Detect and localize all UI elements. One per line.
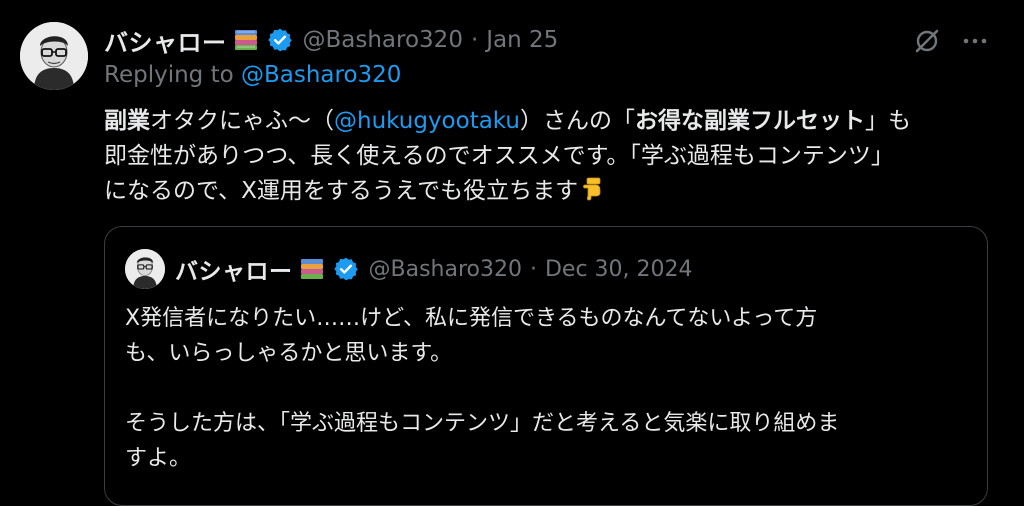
more-icon[interactable] — [960, 30, 990, 52]
separator-dot: · — [470, 27, 479, 53]
text-segment: になるので、X運用をするうえでも役立ちます — [104, 178, 579, 204]
text-segment: オタクにゃふ〜（ — [150, 108, 334, 134]
quoted-text-line — [125, 371, 975, 406]
tweet-header: バシャロー @Basharo320 · Jan 25 — [104, 22, 558, 58]
text-bold-segment: 副業 — [104, 108, 150, 134]
quoted-tweet-card[interactable]: バシャロー @Basharo320 · Dec 30, 2024 X発信者になり… — [104, 226, 988, 506]
mention-link[interactable]: @hukugyootaku — [334, 108, 520, 134]
replying-to-line: Replying to @Basharo320 — [104, 62, 401, 88]
verified-badge-icon[interactable] — [267, 27, 293, 53]
tweet-text-line: になるので、X運用をするうえでも役立ちます — [104, 174, 1004, 209]
tweet[interactable]: バシャロー @Basharo320 · Jan 25 Replying to @… — [0, 0, 1024, 506]
author-handle[interactable]: @Basharo320 — [303, 27, 463, 53]
text-segment: 」も — [865, 108, 911, 134]
tweet-date[interactable]: Jan 25 — [486, 27, 558, 53]
text-segment: ）さんの「 — [520, 108, 635, 134]
quoted-tweet-date: Dec 30, 2024 — [544, 256, 693, 282]
quoted-text-line: も、いらっしゃるかと思います。 — [125, 341, 453, 366]
avatar-portrait-icon — [20, 22, 88, 90]
author-avatar[interactable] — [20, 22, 88, 90]
quoted-text-line: X発信者になりたい……けど、私に発信できるものなんてないよって方 — [125, 306, 818, 331]
author-display-name[interactable]: バシャロー — [104, 23, 227, 58]
separator-dot: · — [529, 256, 537, 282]
quoted-tweet-text: X発信者になりたい……けど、私に発信できるものなんてないよって方 も、いらっしゃ… — [125, 301, 975, 476]
verified-badge-icon — [333, 256, 359, 282]
text-bold-segment: お得な副業フルセット — [635, 108, 865, 134]
books-emoji-icon — [299, 256, 325, 282]
grok-icon[interactable] — [912, 26, 942, 56]
tweet-text: 副業オタクにゃふ〜（@hukugyootaku）さんの「お得な副業フルセット」も… — [104, 104, 1004, 209]
reply-prefix: Replying to — [104, 62, 241, 88]
quoted-author-handle: @Basharo320 — [368, 256, 522, 282]
reply-to-mention[interactable]: @Basharo320 — [241, 62, 401, 88]
tweet-text-line: 即金性がありつつ、長く使えるのでオススメです。「学ぶ過程もコンテンツ」 — [104, 143, 894, 169]
quoted-text-line: そうした方は、「学ぶ過程もコンテンツ」だと考えると気楽に取り組めま — [125, 411, 840, 436]
quoted-tweet-header: バシャロー @Basharo320 · Dec 30, 2024 — [175, 251, 693, 287]
avatar-portrait-icon — [125, 249, 165, 289]
quoted-author-display-name: バシャロー — [175, 259, 293, 285]
tweet-text-line: 副業オタクにゃふ〜（@hukugyootaku）さんの「お得な副業フルセット」も — [104, 104, 1004, 139]
pointing-down-emoji-icon — [580, 176, 604, 202]
books-emoji-icon — [233, 27, 259, 53]
quoted-author-avatar[interactable] — [125, 249, 165, 289]
